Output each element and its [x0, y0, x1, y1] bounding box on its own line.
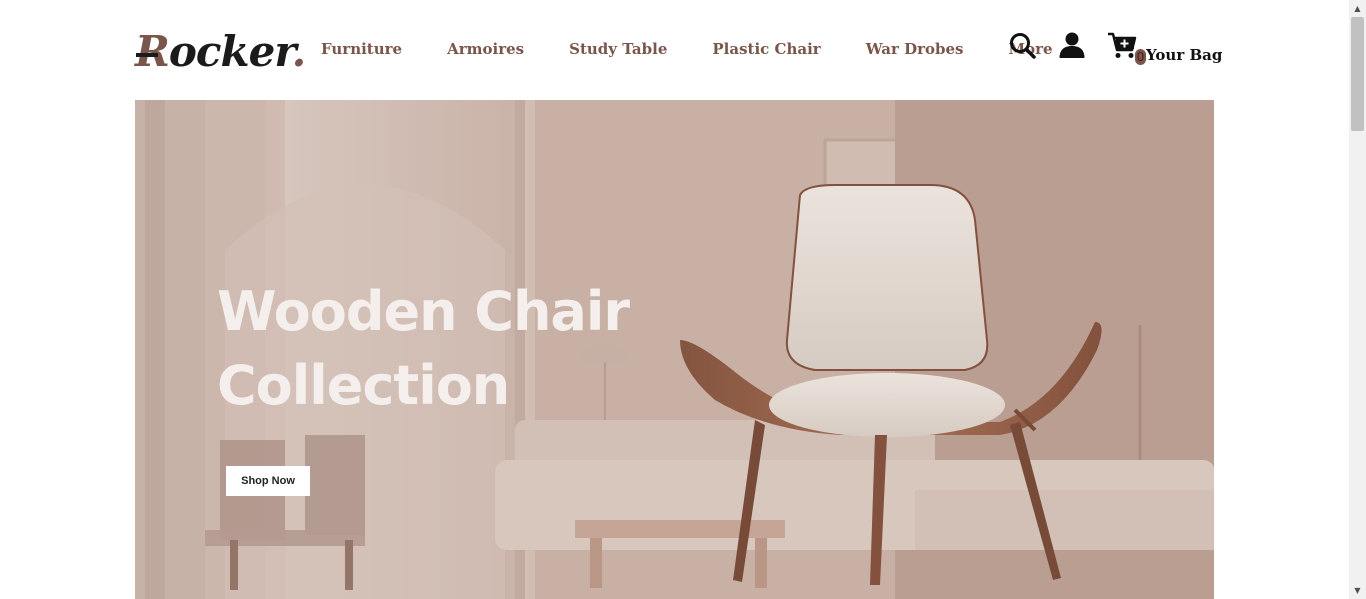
hero-banner: Wooden Chair Collection Shop Now	[135, 100, 1214, 599]
search-icon[interactable]	[1009, 32, 1037, 60]
cart-icon[interactable]	[1107, 32, 1137, 60]
hero-title: Wooden Chair Collection	[217, 275, 637, 423]
nav-item-study-table[interactable]: Study Table	[569, 40, 667, 58]
scroll-thumb[interactable]	[1351, 17, 1364, 131]
page: Rocker. Furniture Armoires Study Table P…	[0, 0, 1366, 599]
main-nav: Furniture Armoires Study Table Plastic C…	[321, 40, 1053, 58]
hero-title-line-2: Collection	[217, 354, 510, 417]
brand-logo[interactable]: Rocker.	[135, 27, 307, 76]
nav-item-plastic-chair[interactable]: Plastic Chair	[712, 40, 820, 58]
site-header: Rocker. Furniture Armoires Study Table P…	[135, 22, 1222, 82]
bag-count-badge: 0	[1135, 49, 1146, 65]
your-bag-link[interactable]: Your Bag	[1146, 46, 1222, 64]
shop-now-button[interactable]: Shop Now	[226, 466, 310, 496]
nav-item-furniture[interactable]: Furniture	[321, 40, 402, 58]
logo-dot: .	[291, 27, 307, 76]
scroll-up-arrow-icon[interactable]: ▲	[1349, 0, 1366, 17]
user-icon[interactable]	[1058, 31, 1086, 59]
scroll-down-arrow-icon[interactable]: ▼	[1349, 582, 1366, 599]
logo-text: ocker	[168, 27, 293, 76]
hero-title-line-1: Wooden Chair	[217, 280, 630, 343]
logo-initial: R	[135, 27, 170, 76]
logo-bar	[136, 53, 158, 57]
nav-item-armoires[interactable]: Armoires	[447, 40, 524, 58]
nav-item-war-drobes[interactable]: War Drobes	[866, 40, 964, 58]
vertical-scrollbar[interactable]: ▲ ▼	[1349, 0, 1366, 599]
